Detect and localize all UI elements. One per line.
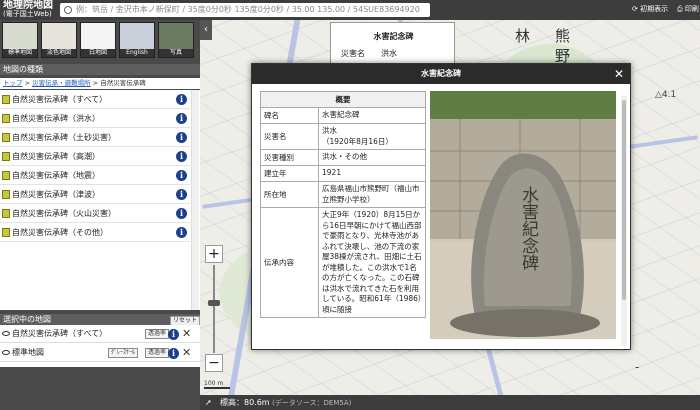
basemap-selector: 標準地図 淡色地図 白地図 English 写真 [2,22,198,60]
opacity-button[interactable]: 透過率 [145,329,170,339]
info-icon[interactable]: i [168,348,179,359]
zoom-slider-handle[interactable] [208,300,220,306]
table-row: 災害種別 洪水・その他 [260,149,426,166]
basemap-standard[interactable]: 標準地図 [2,22,38,58]
table-header: 概要 [260,91,426,108]
info-table: 概要 碑名 水害紀念碑 災害名 洪水 （1920年8月16日） 災害種別 洪水・その他… [260,91,426,318]
initial-view-button[interactable]: ⟳ 初期表示 [632,4,668,14]
stone-inscription: 水害紀念碑 [518,186,539,271]
info-icon[interactable]: i [176,151,187,162]
info-icon[interactable]: i [176,170,187,181]
close-icon[interactable]: ✕ [182,344,191,362]
zoom-out-button[interactable]: − [205,354,223,372]
monument-icon [2,152,10,161]
breadcrumb-top[interactable]: トップ [3,79,23,87]
list-item[interactable]: 自然災害伝承碑（その他） i [0,223,190,242]
basemap-photo[interactable]: 写真 [158,22,194,58]
table-row: 建立年 1921 [260,165,426,182]
table-row: 碑名 水害紀念碑 [260,107,426,124]
monument-icon [2,190,10,199]
info-icon[interactable]: i [168,329,179,340]
list-item[interactable]: 自然災害伝承碑（すべて） i [0,90,190,109]
monument-photo: 水害紀念碑 [430,91,616,339]
table-row: 伝承内容 大正9年（1920）8月15日から16日早朝にかけて福山西部で豪雨となり… [260,207,426,318]
monument-icon [2,228,10,237]
search-placeholder: 例：筑岳 / 金沢市本ノ新保町 / 35度0分0秒 135度0分0秒 / 35.… [76,5,420,14]
list-item[interactable]: 自然災害伝承碑（地震） i [0,166,190,185]
zoom-slider-track[interactable] [213,265,215,353]
eye-icon[interactable] [2,331,10,336]
selected-map-row: 自然災害伝承碑（すべて） 透過率 i ✕ [0,325,200,343]
info-icon[interactable]: i [176,189,187,200]
left-panel: 標準地図 淡色地図 白地図 English 写真 地図の種類 トップ > 災害伝… [0,20,200,410]
scale-bar: 100 m [204,380,230,389]
map-elevation-label: △4.1 [655,90,677,100]
list-item[interactable]: 自然災害伝承碑（津波） i [0,185,190,204]
map-layer-list: 自然災害伝承碑（すべて） i 自然災害伝承碑（洪水） i 自然災害伝承碑（土砂災害）… [0,90,200,310]
breadcrumb-current: 自然災害伝承碑 [100,79,146,87]
logo-subtitle: (電子国土Web) [3,10,52,18]
basemap-english[interactable]: English [119,22,155,58]
info-icon[interactable]: i [176,132,187,143]
bg-popup-value: 洪水 [381,49,397,58]
breadcrumb: トップ > 災害伝承・避難場所 > 自然災害伝承碑 [0,78,200,89]
bg-popup-key: 災害名 [341,49,365,58]
print-button[interactable]: ⎙ 印刷 [677,4,699,14]
list-scrollbar[interactable] [191,90,199,310]
list-item[interactable]: 自然災害伝承碑（高潮） i [0,147,190,166]
monument-icon [2,114,10,123]
info-icon[interactable]: i [176,113,187,124]
collapse-panel-button[interactable]: ‹ [200,20,212,40]
close-icon[interactable]: ✕ [182,325,191,343]
basemap-blank[interactable]: 白地図 [80,22,116,58]
dialog-title: 水害紀念碑 [252,64,630,84]
dialog-scrollbar-thumb[interactable] [622,100,626,300]
list-item[interactable]: 自然災害伝承碑（火山災害） i [0,204,190,223]
monument-icon [2,95,10,104]
selected-map-row: 標準地図 ｸﾞﾚｰｽｹｰﾙ 透過率 i ✕ [0,344,200,362]
breadcrumb-mid[interactable]: 災害伝承・避難場所 [32,79,91,87]
zoom-in-button[interactable]: + [205,245,223,263]
monument-icon [2,171,10,180]
bottom-bar: ➚ 標高：80.6m (データソース：DEM5A) [200,395,700,410]
elevation-source: (データソース：DEM5A) [272,399,352,407]
top-bar: 地理院地図 (電子国土Web) 例：筑岳 / 金沢市本ノ新保町 / 35度0分0… [0,0,700,20]
grayscale-button[interactable]: ｸﾞﾚｰｽｹｰﾙ [108,348,139,358]
info-icon[interactable]: i [176,227,187,238]
map-label-1: 林 [515,27,531,45]
logo-title: 地理院地図 [3,0,53,11]
eye-icon[interactable] [2,350,10,355]
table-row: 災害名 洪水 （1920年8月16日） [260,123,426,150]
map-types-title: 地図の種類 [0,64,200,75]
map-dash: - [635,360,640,374]
search-icon [64,6,72,14]
info-dialog: 水害紀念碑 ✕ 概要 碑名 水害紀念碑 災害名 洪水 （1920年8月16日） 災害… [251,63,631,350]
info-icon[interactable]: i [176,208,187,219]
opacity-button[interactable]: 透過率 [145,348,170,358]
map-label-2: 熊 [555,27,571,45]
list-item[interactable]: 自然災害伝承碑（洪水） i [0,109,190,128]
table-row: 所在地 広島県福山市熊野町（福山市立熊野小学校） [260,181,426,208]
info-icon[interactable]: i [176,94,187,105]
basemap-pale[interactable]: 淡色地図 [41,22,77,58]
monument-icon [2,133,10,142]
monument-icon [2,209,10,218]
close-icon[interactable]: ✕ [612,66,626,82]
search-input[interactable]: 例：筑岳 / 金沢市本ノ新保町 / 35度0分0秒 135度0分0秒 / 35.… [60,3,430,17]
selected-maps-list: 自然災害伝承碑（すべて） 透過率 i ✕ 標準地図 ｸﾞﾚｰｽｹｰﾙ 透過率 i… [0,325,200,367]
elevation-readout: 標高：80.6m [220,398,270,407]
list-item[interactable]: 自然災害伝承碑（土砂災害） i [0,128,190,147]
dialog-body: 概要 碑名 水害紀念碑 災害名 洪水 （1920年8月16日） 災害種別 洪水・その他… [256,88,628,346]
bg-popup-title: 水害記念碑 [373,32,414,41]
expand-arrow-icon[interactable]: ➚ [205,395,212,410]
app-logo[interactable]: 地理院地図 (電子国土Web) [3,1,57,19]
